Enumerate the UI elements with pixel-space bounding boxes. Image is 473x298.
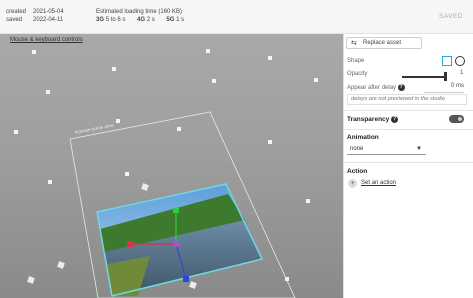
delay-note: delays are not previewed in the studio <box>347 94 467 105</box>
created-value: 2021-05-04 <box>33 9 64 15</box>
time-4g: 2 s <box>146 17 155 23</box>
save-status: SAVED <box>438 13 463 20</box>
asset-dates: created 2021-05-04 saved 2022-04-11 <box>6 8 89 24</box>
delay-input[interactable]: 0 ms <box>424 83 464 93</box>
animation-label: Animation <box>347 134 379 141</box>
saved-value: 2022-04-11 <box>33 17 64 23</box>
opacity-value: 1 <box>460 70 464 76</box>
loading-estimate: Estimated loading time (160 KB) 3G 5 to … <box>96 8 194 24</box>
shape-label: Shape <box>347 58 365 64</box>
dropdown-caret-icon: ▼ <box>416 146 422 152</box>
delay-label-row: Appear after delay ? <box>347 84 405 91</box>
transparency-row: Transparency ? <box>347 116 399 124</box>
set-action-link[interactable]: Set an action <box>361 180 396 186</box>
time-3g: 5 to 6 s <box>105 17 126 23</box>
time-5g: 1 s <box>176 17 185 23</box>
divider <box>344 129 473 130</box>
created-label: created <box>6 9 27 15</box>
opacity-label: Opacity <box>347 71 368 77</box>
network-4g: 4G <box>137 17 146 23</box>
top-info-bar: created 2021-05-04 saved 2022-04-11 Esti… <box>0 0 473 34</box>
network-5g: 5G <box>166 17 175 23</box>
help-icon[interactable]: ? <box>397 84 405 91</box>
animation-value: none <box>350 146 364 152</box>
divider <box>344 162 473 163</box>
square-shape-icon[interactable] <box>442 56 452 66</box>
opacity-slider-handle[interactable] <box>444 72 447 81</box>
delay-label: Appear after delay <box>347 85 397 92</box>
animation-select[interactable]: none ▼ <box>347 144 426 155</box>
add-action-icon[interactable]: + <box>348 179 357 188</box>
saved-label: saved <box>6 17 23 23</box>
action-label: Action <box>347 168 368 175</box>
scene-viewport[interactable]: Mouse & keyboard controls Activate scene… <box>0 34 343 298</box>
replace-icon: ⇆ <box>351 40 357 47</box>
replace-asset-label: Replace asset <box>363 40 402 46</box>
help-icon[interactable]: ? <box>391 116 399 123</box>
loading-title: Estimated loading time (160 KB) <box>96 9 183 15</box>
replace-asset-button[interactable]: ⇆ Replace asset <box>346 37 422 49</box>
circle-shape-icon[interactable] <box>455 56 465 66</box>
network-3g: 3G <box>96 17 105 23</box>
properties-panel: ⇆ Replace asset Shape Opacity 1 Appear a… <box>343 34 473 298</box>
lake-photo[interactable] <box>96 183 264 297</box>
divider <box>344 110 473 111</box>
opacity-slider-track[interactable] <box>402 76 446 78</box>
scene-graphics <box>69 111 296 298</box>
transparency-label: Transparency <box>347 116 390 124</box>
transparency-toggle[interactable] <box>449 115 464 123</box>
